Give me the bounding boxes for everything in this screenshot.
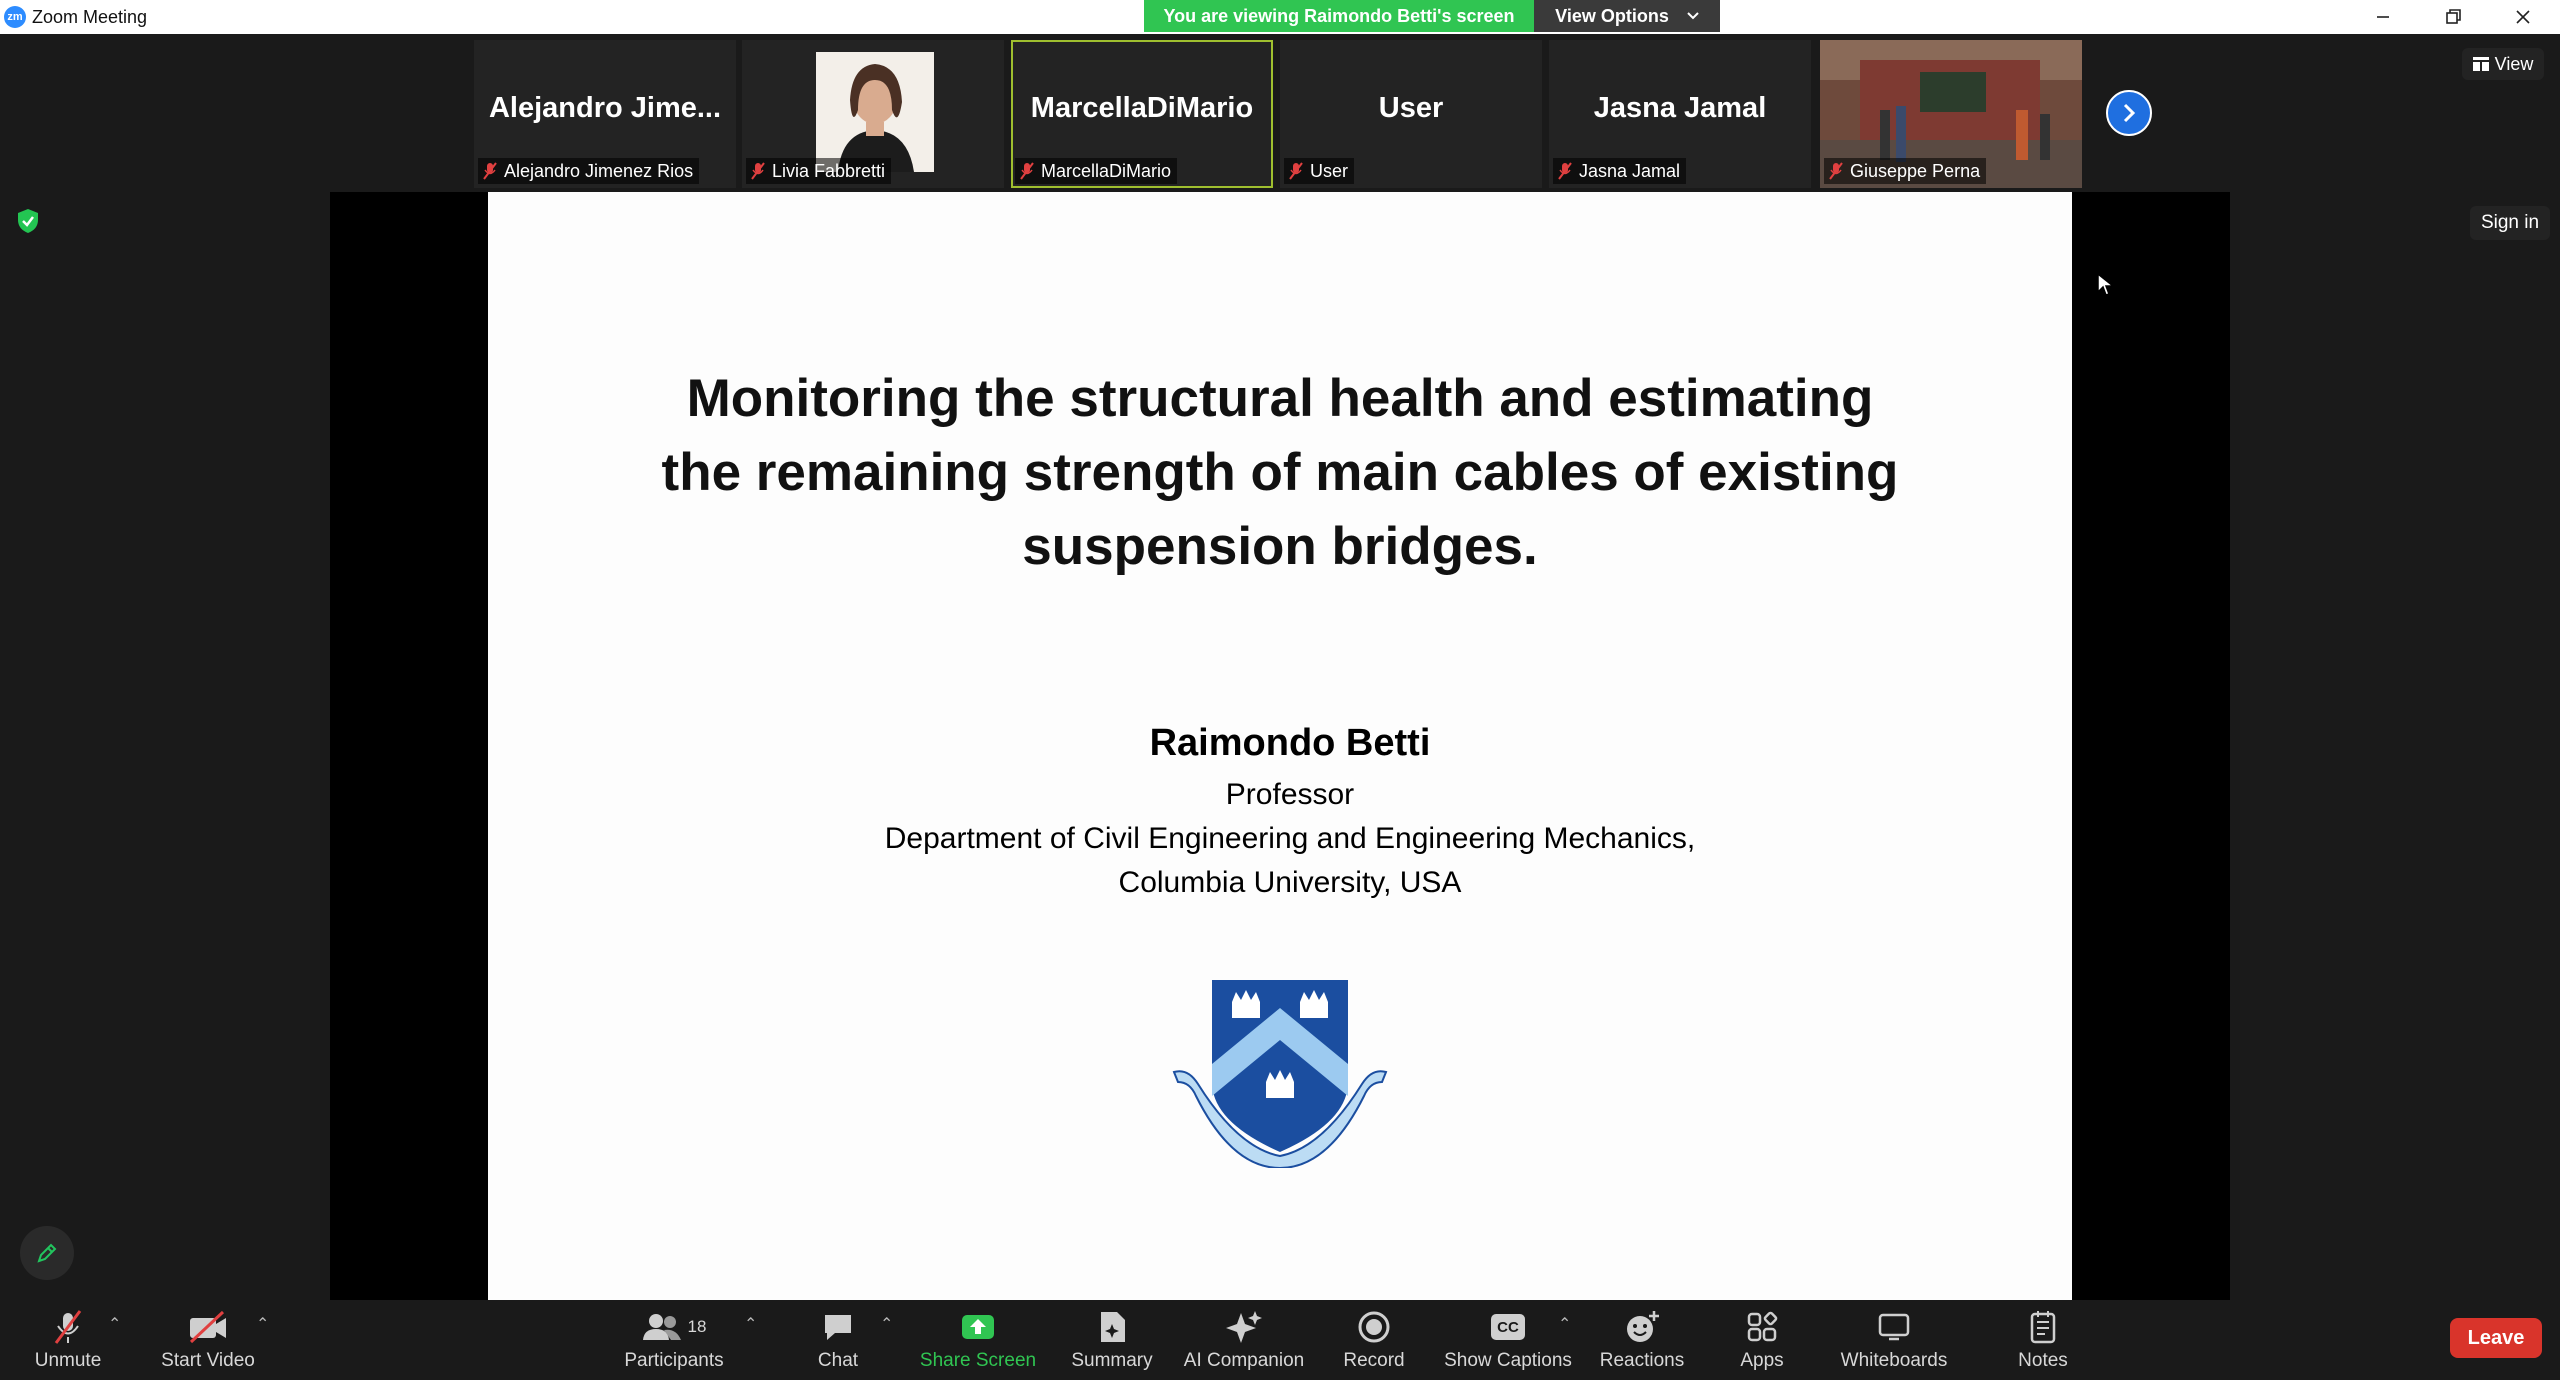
summary-button[interactable]: Summary	[1066, 1308, 1158, 1374]
video-options-caret[interactable]: ⌃	[256, 1314, 269, 1334]
reactions-smiley-icon	[1627, 1311, 1659, 1342]
zoom-logo-icon: zm	[4, 6, 26, 28]
video-off-icon	[189, 1310, 226, 1344]
viewing-screen-banner: You are viewing Raimondo Betti's screen	[1144, 0, 1534, 32]
participants-button[interactable]: 18 Participants	[620, 1308, 728, 1374]
reactions-button[interactable]: Reactions	[1596, 1308, 1688, 1374]
pencil-icon	[37, 1243, 57, 1263]
participants-count: 18	[687, 1317, 707, 1336]
participant-name-label: Giuseppe Perna	[1824, 158, 1987, 184]
participant-name-label: MarcellaDiMario	[1015, 158, 1178, 184]
restore-icon	[2446, 9, 2461, 24]
participant-display-name: Jasna Jamal	[1593, 92, 1767, 124]
whiteboard-icon	[1878, 1313, 1910, 1341]
minimize-icon	[2377, 16, 2389, 18]
participant-tile[interactable]: Livia Fabbretti	[742, 40, 1004, 188]
ai-sparkle-icon	[1226, 1311, 1262, 1343]
presenter-name: Raimondo Betti	[1149, 722, 1431, 764]
encryption-shield-icon[interactable]	[16, 208, 40, 239]
chevron-right-icon	[2123, 103, 2136, 123]
leave-button[interactable]: Leave	[2450, 1318, 2542, 1358]
participant-name-label: Livia Fabbretti	[746, 158, 892, 184]
chevron-down-icon	[1687, 12, 1699, 20]
participants-options-caret[interactable]: ⌃	[744, 1314, 757, 1334]
start-video-button[interactable]: Start Video	[156, 1308, 260, 1374]
meeting-toolbar: Unmute ⌃ Start Video ⌃ 18 Participants ⌃…	[0, 1300, 2560, 1380]
presenter-role: Professor	[1225, 778, 1355, 811]
audio-options-caret[interactable]: ⌃	[108, 1314, 121, 1334]
unmute-button[interactable]: Unmute	[22, 1308, 114, 1374]
closed-captions-icon: CC	[1491, 1314, 1525, 1340]
minimize-button[interactable]	[2348, 0, 2418, 34]
participant-tile[interactable]: User User	[1280, 40, 1542, 188]
mic-muted-icon	[751, 162, 765, 180]
close-icon	[2516, 10, 2530, 24]
mic-muted-icon	[54, 1310, 82, 1344]
presentation-slide: Monitoring the structural health and est…	[488, 192, 2116, 1300]
share-screen-button[interactable]: Share Screen	[918, 1308, 1038, 1374]
view-button-label: View	[2494, 53, 2534, 74]
chat-icon	[825, 1315, 851, 1340]
apps-button[interactable]: Apps	[1732, 1308, 1792, 1374]
close-button[interactable]	[2488, 0, 2558, 34]
notes-button[interactable]: Notes	[2008, 1308, 2078, 1374]
captions-options-caret[interactable]: ⌃	[1558, 1314, 1571, 1334]
view-options-label: View Options	[1555, 5, 1669, 26]
annotate-pen-button[interactable]	[20, 1226, 74, 1280]
participant-display-name: User	[1378, 92, 1444, 124]
record-button[interactable]: Record	[1336, 1308, 1412, 1374]
participant-name-label: Alejandro Jimenez Rios	[478, 158, 700, 184]
participant-tile[interactable]: Alejandro Jime... Alejandro Jimenez Rios	[474, 40, 736, 188]
sign-in-button[interactable]: Sign in	[2470, 206, 2550, 240]
grid-view-icon	[2472, 57, 2489, 71]
next-participants-button[interactable]	[2106, 90, 2152, 136]
columbia-crest-logo	[1172, 980, 1388, 1168]
window-title: Zoom Meeting	[32, 7, 148, 27]
participants-icon	[642, 1314, 681, 1340]
view-options-button[interactable]: View Options	[1534, 0, 1720, 32]
shared-screen: Monitoring the structural health and est…	[330, 192, 2230, 1300]
mic-muted-icon	[483, 162, 497, 180]
slide-title: Monitoring the structural health and est…	[661, 369, 1899, 576]
mic-muted-icon	[1289, 162, 1303, 180]
show-captions-button[interactable]: CC Show Captions	[1444, 1308, 1572, 1374]
share-screen-icon	[962, 1315, 994, 1339]
record-icon	[1358, 1311, 1390, 1343]
whiteboards-button[interactable]: Whiteboards	[1836, 1308, 1952, 1374]
participant-tile-active-speaker[interactable]: MarcellaDiMario MarcellaDiMario	[1011, 40, 1273, 188]
mic-muted-icon	[1020, 162, 1034, 180]
view-layout-button[interactable]: View	[2462, 48, 2544, 80]
mic-muted-icon	[1829, 162, 1843, 180]
ai-companion-button[interactable]: AI Companion	[1182, 1308, 1306, 1374]
participant-tile[interactable]: Giuseppe Perna	[1820, 40, 2082, 188]
summary-icon	[1101, 1312, 1125, 1342]
chat-options-caret[interactable]: ⌃	[880, 1314, 893, 1334]
participant-tile[interactable]: Jasna Jamal Jasna Jamal	[1549, 40, 1811, 188]
mic-muted-icon	[1558, 162, 1572, 180]
participant-display-name: Alejandro Jime...	[488, 92, 722, 124]
participant-name-label: User	[1284, 158, 1355, 184]
notes-icon	[2030, 1311, 2056, 1344]
presenter-university: Columbia University, USA	[1118, 866, 1462, 899]
presenter-department: Department of Civil Engineering and Engi…	[884, 822, 1696, 855]
mouse-cursor-icon	[2097, 272, 2116, 296]
apps-icon	[1747, 1311, 1778, 1342]
restore-button[interactable]	[2418, 0, 2488, 34]
participant-name-label: Jasna Jamal	[1553, 158, 1687, 184]
participant-display-name: MarcellaDiMario	[1030, 92, 1254, 124]
chat-button[interactable]: Chat	[806, 1308, 870, 1374]
